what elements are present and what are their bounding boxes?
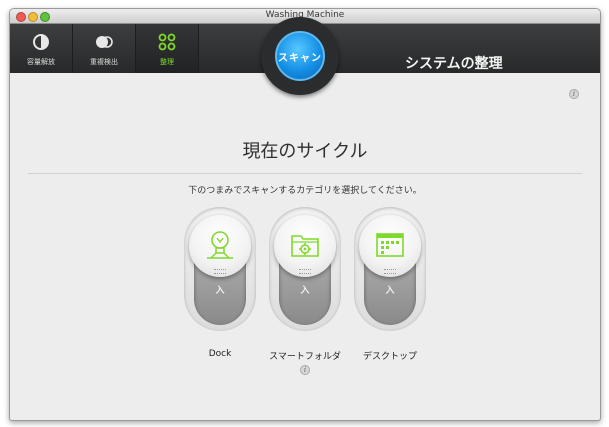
switch-knob[interactable] — [189, 215, 251, 277]
tab-free-space-label: 容量解放 — [27, 58, 55, 66]
tab-duplicates-label: 重複検出 — [90, 58, 118, 66]
smart-folder-icon — [291, 235, 319, 257]
toolbar-divider — [198, 24, 199, 73]
divider — [28, 173, 582, 174]
switch-grip — [299, 269, 311, 274]
info-icon[interactable]: i — [300, 365, 310, 375]
moon-gauge-icon — [33, 34, 49, 50]
switch-knob[interactable] — [274, 215, 336, 277]
switch-state-label: 入 — [300, 286, 310, 296]
switch-state-label: 入 — [385, 286, 395, 296]
instruction-text: 下のつまみでスキャンするカテゴリを選択してください。 — [188, 186, 422, 196]
switch-state-label: 入 — [215, 286, 225, 296]
lightbulb-icon — [207, 231, 233, 259]
page-heading: 現在のサイクル — [242, 141, 368, 162]
tab-duplicates[interactable]: 重複検出 — [73, 24, 135, 73]
switch-knob[interactable] — [359, 215, 421, 277]
tab-organize-label: 整理 — [160, 58, 174, 66]
scan-button[interactable]: スキャン — [275, 31, 325, 81]
app-window: Washing Machine 容量解放 重複検出 整理 システムの整理 スキャ… — [9, 8, 601, 421]
organize-dots-icon — [158, 33, 176, 51]
section-title: システムの整理 — [405, 56, 503, 72]
category-switch-smart-folder[interactable]: 入 — [265, 207, 345, 337]
switch-label-desktop: デスクトップ — [362, 352, 417, 362]
duplicate-circles-icon — [96, 36, 113, 48]
desktop-icon — [376, 233, 404, 257]
category-switch-dock[interactable]: 入 — [180, 207, 260, 337]
switch-grip — [214, 269, 226, 274]
switch-grip — [384, 269, 396, 274]
info-icon[interactable]: i — [569, 89, 579, 99]
category-switch-desktop[interactable]: 入 — [350, 207, 430, 337]
tab-organize[interactable]: 整理 — [136, 24, 198, 73]
tab-free-space[interactable]: 容量解放 — [10, 24, 72, 73]
